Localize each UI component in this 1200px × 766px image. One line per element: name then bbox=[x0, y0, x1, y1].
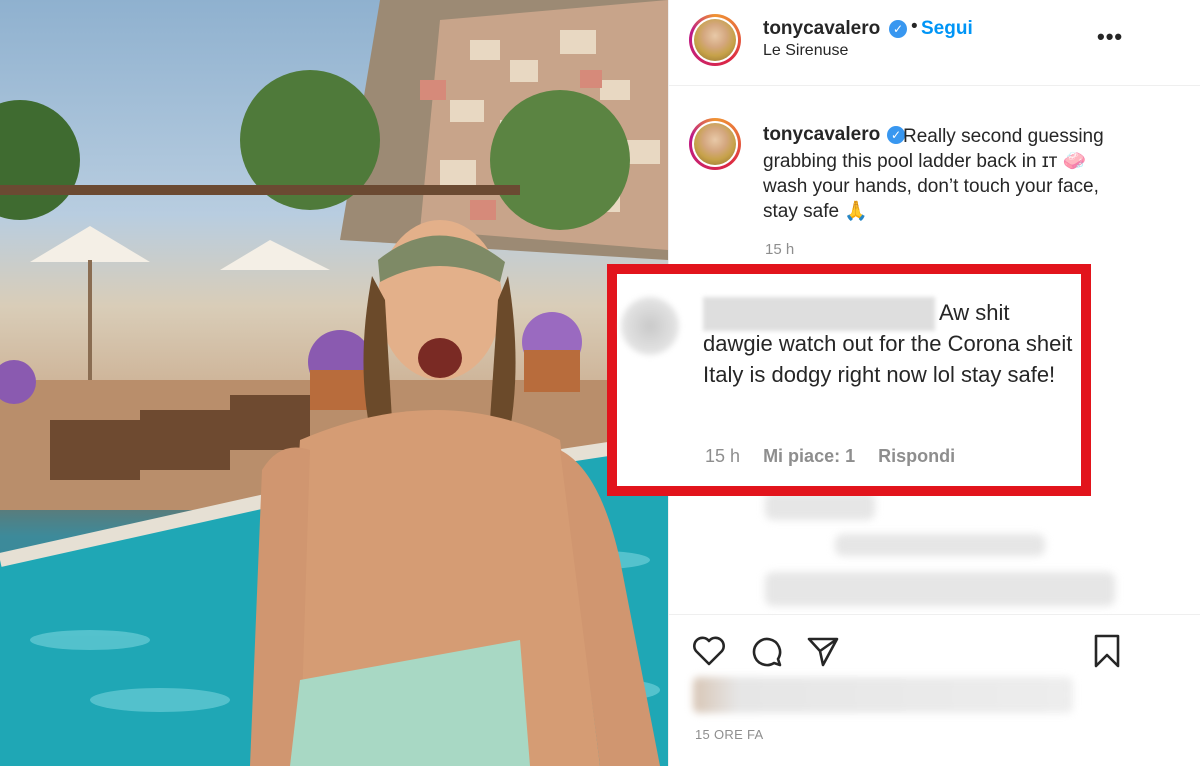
author-username[interactable]: tonycavalero bbox=[763, 18, 880, 40]
more-icon[interactable]: ••• bbox=[1097, 24, 1123, 50]
post-date[interactable]: 15 ORE FA bbox=[695, 727, 763, 742]
post-header: tonycavalero ✓ • Segui Le Sirenuse ••• bbox=[669, 0, 1200, 86]
comment-likes[interactable]: Mi piace: 1 bbox=[763, 446, 855, 466]
post-actions: 15 ORE FA bbox=[669, 614, 1200, 766]
caption-avatar[interactable] bbox=[689, 118, 741, 170]
comment-icon[interactable] bbox=[749, 633, 785, 669]
separator-dot: • bbox=[911, 16, 918, 37]
reply-button[interactable]: Rispondi bbox=[878, 446, 955, 466]
follow-button[interactable]: Segui bbox=[921, 18, 973, 40]
author-avatar[interactable] bbox=[689, 14, 741, 66]
post-photo[interactable] bbox=[0, 0, 668, 766]
verified-badge-icon: ✓ bbox=[889, 20, 907, 38]
caption-time[interactable]: 15 h bbox=[765, 241, 794, 258]
instagram-post: tonycavalero ✓ • Segui Le Sirenuse ••• t… bbox=[0, 0, 1200, 766]
caption-text: Really second guessing grabbing this poo… bbox=[763, 126, 1104, 222]
share-icon[interactable] bbox=[805, 633, 841, 669]
comment-time[interactable]: 15 h bbox=[705, 446, 740, 466]
post-location[interactable]: Le Sirenuse bbox=[763, 42, 848, 60]
blurred-comment bbox=[765, 572, 1115, 606]
highlighted-comment: Aw shit dawgie watch out for the Corona … bbox=[607, 264, 1091, 496]
commenter-username-redacted[interactable] bbox=[703, 297, 935, 331]
blurred-comment bbox=[765, 492, 875, 520]
bookmark-icon[interactable] bbox=[1089, 633, 1125, 669]
post-panel: tonycavalero ✓ • Segui Le Sirenuse ••• t… bbox=[607, 0, 1200, 766]
photo-illustration bbox=[0, 0, 668, 766]
comment-meta: 15 h Mi piace: 1 Rispondi bbox=[705, 446, 973, 467]
blurred-comment bbox=[835, 534, 1045, 556]
commenter-avatar[interactable] bbox=[621, 297, 679, 355]
likes-summary-redacted[interactable] bbox=[693, 677, 1073, 713]
heart-icon[interactable] bbox=[691, 633, 727, 669]
